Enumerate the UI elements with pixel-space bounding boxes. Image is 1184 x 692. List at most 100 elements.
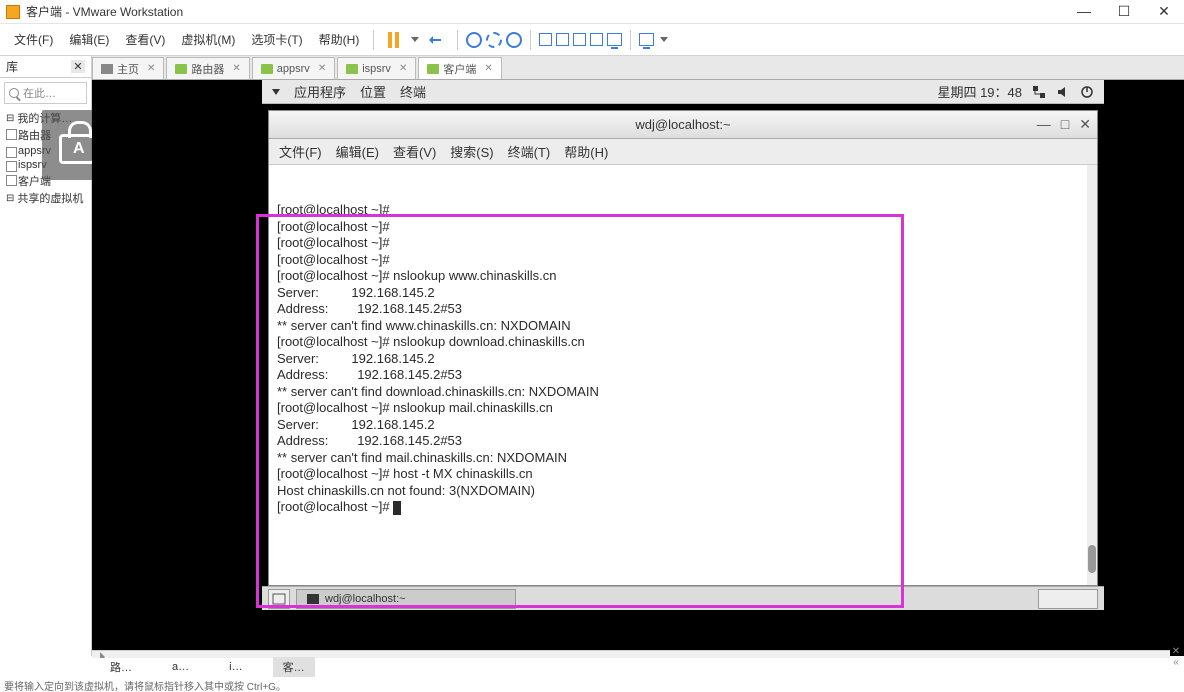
side-collapse-icon[interactable]: ✕« [1168, 646, 1184, 668]
tab-close-icon[interactable]: ✕ [318, 63, 326, 74]
status-bar: 要将输入定向到该虚拟机，请将鼠标指针移入其中或按 Ctrl+G。 [0, 678, 1184, 692]
term-menu-edit[interactable]: 编辑(E) [336, 142, 379, 161]
snapshot-mgr-icon[interactable] [486, 32, 502, 48]
terminal-window: wdj@localhost:~ — □ ✕ 文件(F) 编辑(E) 查看(V) … [268, 110, 1098, 586]
network-icon[interactable] [1032, 85, 1046, 99]
power-icon[interactable] [1080, 85, 1094, 99]
term-menu-search[interactable]: 搜索(S) [450, 142, 493, 161]
btab-ispsrv[interactable]: i… [219, 659, 252, 675]
revert-icon[interactable] [506, 32, 522, 48]
tab-ispsrv[interactable]: ispsrv✕ [337, 57, 416, 79]
unity-icon[interactable] [590, 33, 603, 46]
window-titlebar: 客户端 - VMware Workstation — ☐ ✕ [0, 0, 1184, 24]
taskbar-entry-terminal[interactable]: wdj@localhost:~ [296, 589, 516, 609]
console-icon[interactable] [639, 33, 654, 46]
terminal-menubar: 文件(F) 编辑(E) 查看(V) 搜索(S) 终端(T) 帮助(H) [269, 139, 1097, 165]
app-icon [6, 5, 20, 19]
gnome-places[interactable]: 位置 [360, 82, 386, 101]
menu-edit[interactable]: 编辑(E) [63, 27, 115, 52]
terminal-line: [root@localhost ~]# [277, 219, 1089, 236]
separator [373, 30, 374, 50]
menu-vm[interactable]: 虚拟机(M) [175, 27, 241, 52]
tab-close-icon[interactable]: ✕ [232, 63, 240, 74]
term-maximize-icon[interactable]: □ [1061, 116, 1069, 133]
terminal-line: ** server can't find mail.chinaskills.cn… [277, 450, 1089, 467]
separator [457, 30, 458, 50]
layout2-icon[interactable] [556, 33, 569, 46]
term-menu-terminal[interactable]: 终端(T) [508, 142, 551, 161]
terminal-line: [root@localhost ~]# [277, 499, 1089, 516]
btab-router[interactable]: 路… [100, 657, 142, 677]
library-search[interactable]: 在此… [4, 82, 87, 104]
terminal-line: Host chinaskills.cn not found: 3(NXDOMAI… [277, 483, 1089, 500]
menu-help[interactable]: 帮助(H) [313, 27, 366, 52]
terminal-line: Server: 192.168.145.2 [277, 285, 1089, 302]
terminal-line: ** server can't find download.chinaskill… [277, 384, 1089, 401]
taskbar-tray[interactable] [1038, 589, 1098, 609]
cursor-icon [393, 501, 401, 515]
terminal-line: Address: 192.168.145.2#53 [277, 433, 1089, 450]
tab-router[interactable]: 路由器✕ [166, 57, 249, 79]
term-minimize-icon[interactable]: — [1037, 116, 1051, 133]
menu-file[interactable]: 文件(F) [8, 27, 59, 52]
dropdown-icon[interactable] [411, 37, 419, 42]
terminal-line: Address: 192.168.145.2#53 [277, 367, 1089, 384]
show-desktop-button[interactable] [268, 589, 290, 609]
snapshot-icon[interactable] [466, 32, 482, 48]
tab-close-icon[interactable]: ✕ [399, 63, 407, 74]
minimize-button[interactable]: — [1064, 3, 1104, 20]
terminal-line: [root@localhost ~]# nslookup mail.chinas… [277, 400, 1089, 417]
pause-icon[interactable] [388, 32, 399, 48]
separator [530, 30, 531, 50]
tab-close-icon[interactable]: ✕ [147, 63, 155, 74]
gnome-apps[interactable]: 应用程序 [294, 82, 346, 101]
tab-close-icon[interactable]: ✕ [484, 63, 492, 74]
term-close-icon[interactable]: ✕ [1079, 116, 1091, 133]
layout3-icon[interactable] [573, 33, 586, 46]
separator [630, 30, 631, 50]
library-close-icon[interactable]: ✕ [71, 60, 85, 73]
bottom-tab-strip: 路… a… i… 客… [0, 658, 1184, 676]
activities-icon [272, 89, 280, 95]
tab-home[interactable]: 主页✕ [92, 57, 164, 79]
search-placeholder: 在此… [23, 85, 56, 101]
terminal-body[interactable]: [root@localhost ~]# [root@localhost ~]# … [269, 165, 1097, 585]
gnome-terminal[interactable]: 终端 [400, 82, 426, 101]
terminal-line: [root@localhost ~]# nslookup download.ch… [277, 334, 1089, 351]
volume-icon[interactable] [1056, 85, 1070, 99]
vm-display-area[interactable]: 主页✕ 路由器✕ appsrv✕ ispsrv✕ 客户端✕ 应用程序 位置 终端… [92, 56, 1184, 656]
tree-root-shared[interactable]: 共享的虚拟机 [4, 190, 87, 206]
terminal-title: wdj@localhost:~ [635, 117, 730, 132]
terminal-line: [root@localhost ~]# [277, 252, 1089, 269]
tab-appsrv[interactable]: appsrv✕ [252, 57, 335, 79]
vm-icon [346, 64, 358, 74]
dropdown-icon[interactable] [660, 37, 668, 42]
terminal-line: Server: 192.168.145.2 [277, 351, 1089, 368]
btab-client[interactable]: 客… [273, 657, 315, 677]
tab-client[interactable]: 客户端✕ [418, 57, 501, 79]
send-icon[interactable] [427, 31, 445, 49]
terminal-line: [root@localhost ~]# [277, 235, 1089, 252]
gnome-clock[interactable]: 星期四 19：48 [937, 82, 1022, 101]
terminal-line: [root@localhost ~]# [277, 202, 1089, 219]
btab-appsrv[interactable]: a… [162, 659, 199, 675]
terminal-titlebar[interactable]: wdj@localhost:~ — □ ✕ [269, 111, 1097, 139]
vm-icon [261, 64, 273, 74]
terminal-line: [root@localhost ~]# nslookup www.chinask… [277, 268, 1089, 285]
library-header: 库 [6, 58, 18, 75]
close-button[interactable]: ✕ [1144, 3, 1184, 20]
menu-tabs[interactable]: 选项卡(T) [245, 27, 308, 52]
terminal-scrollbar[interactable] [1087, 165, 1097, 585]
term-menu-view[interactable]: 查看(V) [393, 142, 436, 161]
layout1-icon[interactable] [539, 33, 552, 46]
term-menu-help[interactable]: 帮助(H) [564, 142, 608, 161]
fullscreen-icon[interactable] [607, 33, 622, 46]
guest-desktop[interactable]: 应用程序 位置 终端 星期四 19：48 wdj@localhost:~ — □ [262, 80, 1104, 656]
menubar: 文件(F) 编辑(E) 查看(V) 虚拟机(M) 选项卡(T) 帮助(H) [0, 24, 1184, 56]
terminal-line: ** server can't find www.chinaskills.cn:… [277, 318, 1089, 335]
terminal-line: Server: 192.168.145.2 [277, 417, 1089, 434]
maximize-button[interactable]: ☐ [1104, 3, 1144, 20]
term-menu-file[interactable]: 文件(F) [279, 142, 322, 161]
vm-tabs: 主页✕ 路由器✕ appsrv✕ ispsrv✕ 客户端✕ [92, 56, 1184, 80]
menu-view[interactable]: 查看(V) [119, 27, 171, 52]
